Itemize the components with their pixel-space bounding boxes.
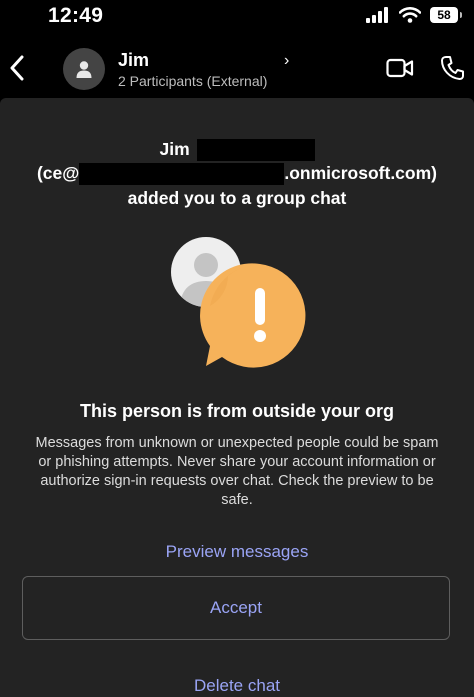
back-button[interactable] [6,54,28,82]
email-suffix: .onmicrosoft.com) [284,163,437,183]
person-icon [76,61,92,78]
wifi-icon [399,7,421,23]
status-bar: 12:49 58 [0,0,474,36]
phone-icon [441,56,464,80]
accept-button[interactable]: Accept [22,576,450,640]
status-icons: 58 [366,7,462,23]
warning-title: This person is from outside your org [79,401,395,421]
added-by-email: (ce@ .onmicrosoft.com) [0,163,474,186]
external-user-alert-icon [171,237,306,368]
preview-messages-link[interactable]: Preview messages [0,542,474,562]
warning-body: Messages from unknown or unexpected peop… [35,435,439,508]
participants-subtitle: 2 Participants (External) [118,73,268,89]
chat-header: Jim › 2 Participants (External) [0,36,474,98]
added-by-name: Jim [0,139,474,162]
adder-name: Jim [159,139,190,159]
added-to-group-text: added you to a group chat [127,188,347,208]
chevron-left-icon [10,55,24,81]
redaction-bar [152,50,281,71]
avatar[interactable] [63,48,105,90]
battery-icon: 58 [430,7,462,23]
contact-name: Jim [118,50,150,70]
video-camera-icon [386,58,414,78]
email-prefix: (ce@ [36,163,80,183]
redaction-bar [79,163,285,186]
chevron-right-icon: › [284,51,290,69]
signal-icon [366,7,388,23]
status-time: 12:49 [48,4,104,27]
redaction-bar [196,139,315,162]
video-call-button[interactable] [386,56,414,80]
external-chat-request-sheet: Jim (ce@ .onmicrosoft.com) added you to a… [0,98,474,697]
delete-chat-link[interactable]: Delete chat [0,676,474,696]
header-title[interactable]: Jim › [118,50,289,71]
battery-level: 58 [437,8,451,22]
audio-call-button[interactable] [440,55,464,81]
